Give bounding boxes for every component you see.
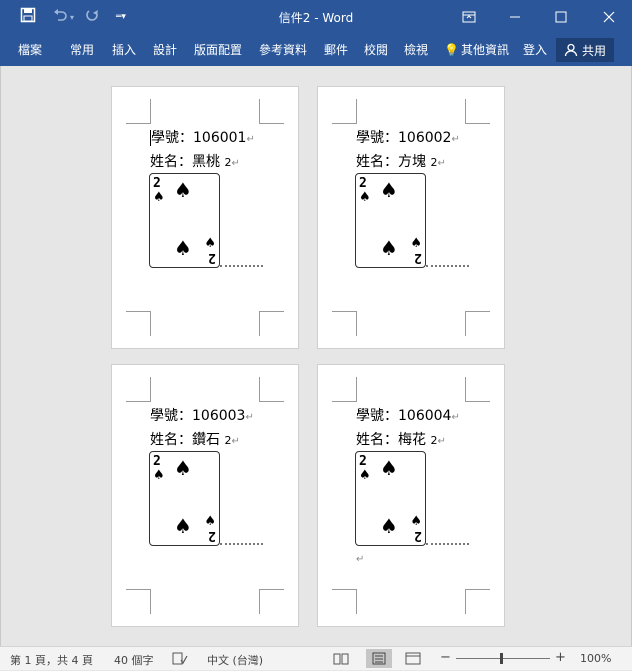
tab-home[interactable]: 常用 <box>70 41 94 58</box>
crop-mark <box>126 589 151 614</box>
ribbon-display-options-button[interactable] <box>446 0 492 34</box>
tab-file[interactable]: 檔案 <box>18 41 42 58</box>
card-rank: 2 <box>414 528 422 543</box>
maximize-icon <box>555 11 567 23</box>
student-name-line[interactable]: 姓名：梅花 2↵ <box>356 429 446 449</box>
student-id-line[interactable]: 學號：106003↵ <box>150 405 254 425</box>
web-layout-icon[interactable] <box>405 652 421 668</box>
spade-icon: ♠ <box>174 514 192 538</box>
tab-design[interactable]: 設計 <box>153 41 177 58</box>
page-3[interactable]: 學號：106003↵ 姓名：鑽石 2↵ 2 ♠ ♠ ♠ ♠ 2 <box>111 364 299 627</box>
page-count[interactable]: 第 1 頁，共 4 頁 <box>10 652 93 668</box>
crop-mark <box>465 99 490 124</box>
tab-insert[interactable]: 插入 <box>112 41 136 58</box>
word-count[interactable]: 40 個字 <box>114 652 154 668</box>
card-rank: 2 <box>208 528 216 543</box>
spade-icon: ♠ <box>153 190 165 205</box>
zoom-slider[interactable] <box>456 658 550 659</box>
spade-icon: ♠ <box>174 456 192 480</box>
dotted-tab-leader <box>426 265 469 267</box>
playing-card-image[interactable]: 2 ♠ ♠ ♠ ♠ 2 <box>355 451 426 546</box>
language-indicator[interactable]: 中文 (台灣) <box>207 652 263 668</box>
spade-icon: ♠ <box>380 236 398 260</box>
page-2[interactable]: 學號：106002↵ 姓名：方塊 2↵ 2 ♠ ♠ ♠ ♠ 2 <box>317 86 505 349</box>
tab-mailings[interactable]: 郵件 <box>324 41 348 58</box>
crop-mark <box>259 589 284 614</box>
tab-review[interactable]: 校閱 <box>364 41 388 58</box>
crop-mark <box>332 311 357 336</box>
card-rank: 2 <box>153 454 161 469</box>
status-bar: 第 1 頁，共 4 頁 40 個字 中文 (台灣) − + 100% <box>0 646 632 670</box>
spade-icon: ♠ <box>174 236 192 260</box>
spade-icon: ♠ <box>204 514 216 529</box>
proofing-icon[interactable] <box>172 652 188 668</box>
spade-icon: ♠ <box>359 468 371 483</box>
crop-mark <box>126 311 151 336</box>
page-1[interactable]: 學號：106001↵ 姓名：黑桃 2↵ 2 ♠ ♠ ♠ ♠ 2 <box>111 86 299 349</box>
zoom-in-button[interactable]: + <box>555 650 566 665</box>
tab-view[interactable]: 檢視 <box>404 41 428 58</box>
spade-icon: ♠ <box>174 178 192 202</box>
tell-me-box[interactable]: 💡 其他資訊 <box>444 41 509 58</box>
playing-card-image[interactable]: 2 ♠ ♠ ♠ ♠ 2 <box>149 451 220 546</box>
document-canvas[interactable]: 學號：106001↵ 姓名：黑桃 2↵ 2 ♠ ♠ ♠ ♠ 2 學號：10600… <box>0 66 632 646</box>
share-button[interactable]: 共用 <box>556 38 614 62</box>
print-layout-icon[interactable] <box>366 649 392 668</box>
page-4[interactable]: 學號：106004↵ 姓名：梅花 2↵ 2 ♠ ♠ ♠ ♠ 2 ↵ <box>317 364 505 627</box>
crop-mark <box>126 377 151 402</box>
close-button[interactable] <box>586 0 632 34</box>
paragraph-mark: ↵ <box>356 554 365 565</box>
playing-card-image[interactable]: 2 ♠ ♠ ♠ ♠ 2 <box>355 173 426 268</box>
zoom-out-button[interactable]: − <box>440 650 451 665</box>
card-rank: 2 <box>208 250 216 265</box>
close-icon <box>603 11 615 23</box>
spade-icon: ♠ <box>380 514 398 538</box>
student-name-line[interactable]: 姓名：方塊 2↵ <box>356 151 446 171</box>
spade-icon: ♠ <box>380 456 398 480</box>
playing-card-image[interactable]: 2 ♠ ♠ ♠ ♠ 2 <box>149 173 220 268</box>
spade-icon: ♠ <box>359 190 371 205</box>
maximize-button[interactable] <box>538 0 584 34</box>
tab-layout[interactable]: 版面配置 <box>194 41 242 58</box>
spade-icon: ♠ <box>380 178 398 202</box>
dotted-tab-leader <box>220 543 263 545</box>
spade-icon: ♠ <box>410 514 422 529</box>
ribbon-display-icon <box>462 11 476 23</box>
crop-mark <box>259 99 284 124</box>
card-rank: 2 <box>359 176 367 191</box>
card-rank: 2 <box>153 176 161 191</box>
student-id-line[interactable]: 學號：106001↵ <box>150 127 255 147</box>
crop-mark <box>332 99 357 124</box>
student-id-line[interactable]: 學號：106004↵ <box>356 405 460 425</box>
crop-mark <box>465 377 490 402</box>
spade-icon: ♠ <box>153 468 165 483</box>
crop-mark <box>332 377 357 402</box>
dotted-tab-leader <box>426 543 469 545</box>
student-name-line[interactable]: 姓名：鑽石 2↵ <box>150 429 240 449</box>
crop-mark <box>259 377 284 402</box>
crop-mark <box>259 311 284 336</box>
minimize-button[interactable] <box>492 0 538 34</box>
crop-mark <box>332 589 357 614</box>
zoom-slider-thumb[interactable] <box>500 653 503 664</box>
spade-icon: ♠ <box>410 236 422 251</box>
ribbon-tab-bar: 檔案 常用 插入 設計 版面配置 參考資料 郵件 校閱 檢視 💡 其他資訊 登入 … <box>0 34 632 66</box>
read-mode-icon[interactable] <box>333 652 349 668</box>
crop-mark <box>465 311 490 336</box>
spade-icon: ♠ <box>204 236 216 251</box>
lightbulb-icon: 💡 <box>444 43 459 57</box>
zoom-level[interactable]: 100% <box>580 652 611 665</box>
title-bar: ▾ ═▾ 信件2 - Word <box>0 0 632 34</box>
dotted-tab-leader <box>220 265 263 267</box>
signin-link[interactable]: 登入 <box>523 41 547 58</box>
card-rank: 2 <box>359 454 367 469</box>
card-rank: 2 <box>414 250 422 265</box>
person-icon <box>564 43 578 57</box>
student-name-line[interactable]: 姓名：黑桃 2↵ <box>150 151 240 171</box>
crop-mark <box>126 99 151 124</box>
crop-mark <box>465 589 490 614</box>
minimize-icon <box>510 16 520 18</box>
student-id-line[interactable]: 學號：106002↵ <box>356 127 460 147</box>
tab-references[interactable]: 參考資料 <box>259 41 307 58</box>
